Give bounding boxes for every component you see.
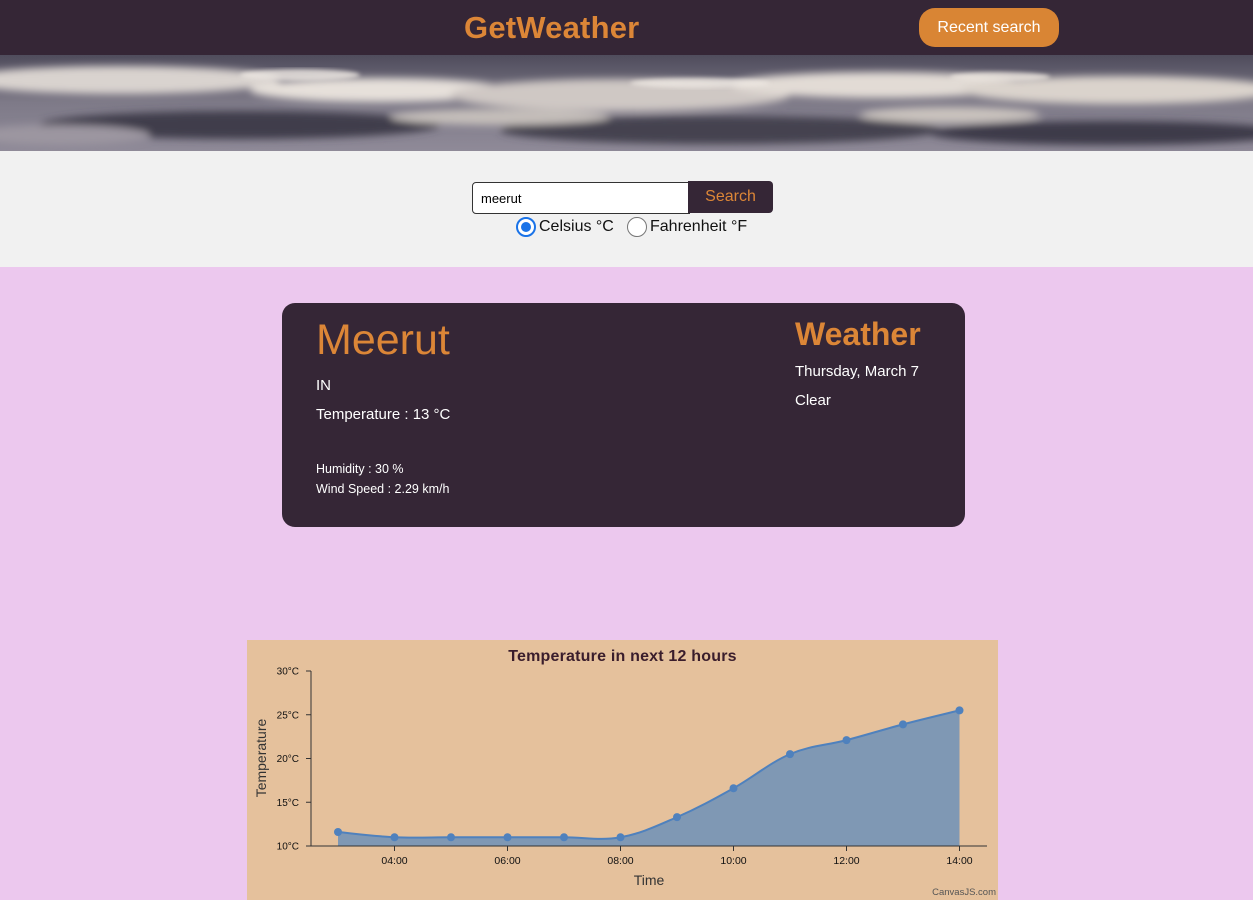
data-point xyxy=(786,750,794,759)
data-point xyxy=(447,833,455,842)
data-point xyxy=(729,784,738,793)
brand-title: GetWeather xyxy=(464,10,640,45)
weather-heading: Weather xyxy=(795,316,921,352)
humidity-text: Humidity : 30 % xyxy=(316,462,404,476)
x-tick-label: 06:00 xyxy=(494,855,520,867)
weather-card: Meerut IN Temperature : 13 °C Humidity :… xyxy=(282,303,965,527)
y-axis-title: Temperature xyxy=(253,718,269,797)
top-bar: GetWeather Recent search xyxy=(0,0,1253,55)
y-tick-label: 30°C xyxy=(277,667,299,678)
y-tick-label: 25°C xyxy=(277,710,299,721)
weather-date: Thursday, March 7 xyxy=(795,363,919,380)
data-point xyxy=(842,736,851,745)
data-point xyxy=(560,833,568,842)
country-code: IN xyxy=(316,377,331,394)
x-tick-label: 04:00 xyxy=(381,855,407,867)
x-tick-label: 10:00 xyxy=(720,855,746,867)
x-tick-label: 12:00 xyxy=(833,855,859,867)
data-point xyxy=(334,828,342,836)
data-point xyxy=(955,706,964,715)
data-point xyxy=(503,833,512,842)
y-tick-label: 15°C xyxy=(277,798,299,809)
chart-credit: CanvasJS.com xyxy=(932,887,996,898)
recent-search-button[interactable]: Recent search xyxy=(919,8,1059,47)
weather-condition: Clear xyxy=(795,392,831,409)
data-point xyxy=(616,833,625,842)
data-point xyxy=(390,833,399,842)
celsius-label: Celsius °C xyxy=(539,218,614,235)
data-point xyxy=(899,720,907,729)
x-tick-label: 08:00 xyxy=(607,855,633,867)
fahrenheit-label: Fahrenheit °F xyxy=(650,218,748,235)
area-fill xyxy=(338,710,960,846)
wind-speed-text: Wind Speed : 2.29 km/h xyxy=(316,482,450,496)
city-name: Meerut xyxy=(316,316,450,364)
search-section: Search Celsius °C Fahrenheit °F xyxy=(0,151,1253,267)
temperature-chart: Temperature in next 12 hours 10°C 15°C 20°… xyxy=(247,640,998,900)
search-button[interactable]: Search xyxy=(688,181,773,213)
x-tick-label: 14:00 xyxy=(946,855,972,867)
fahrenheit-radio[interactable] xyxy=(627,217,647,237)
y-tick-label: 20°C xyxy=(277,754,299,765)
data-point xyxy=(673,813,681,822)
sky-banner-image xyxy=(0,55,1253,151)
temperature-text: Temperature : 13 °C xyxy=(316,406,451,423)
y-tick-label: 10°C xyxy=(277,842,299,853)
chart-plot: 10°C 15°C 20°C 25°C 30°C 04:00 06:00 08:00 10:00… xyxy=(253,667,987,888)
celsius-radio[interactable] xyxy=(516,217,536,237)
city-search-input[interactable] xyxy=(472,182,690,214)
x-axis-title: Time xyxy=(634,872,665,888)
